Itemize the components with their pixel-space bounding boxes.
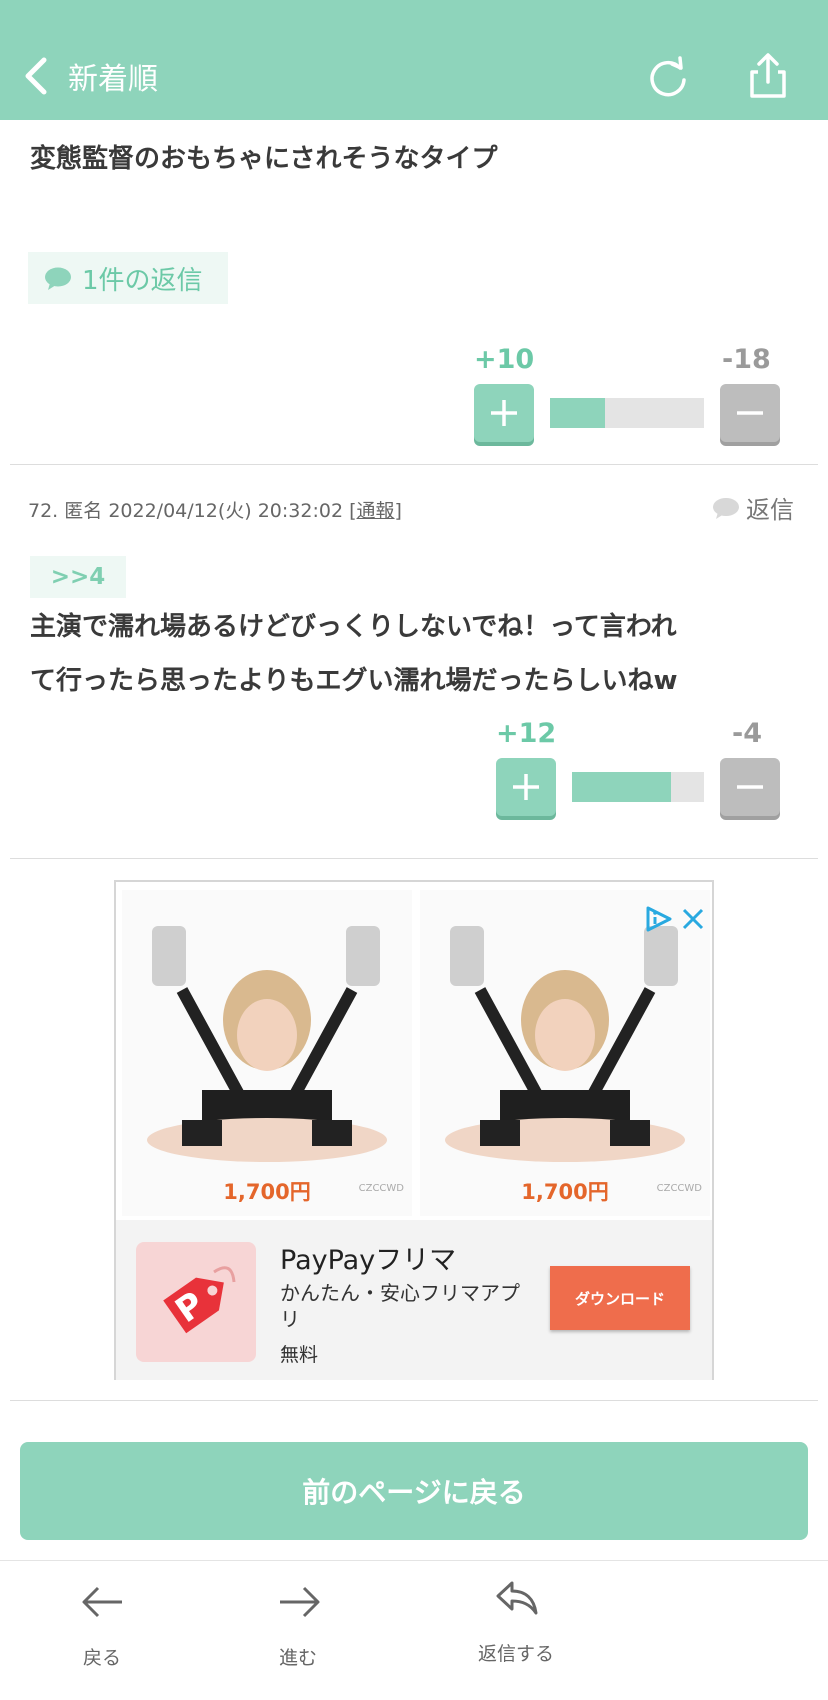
plus-vote-count: +12 <box>496 718 557 749</box>
app-price: 無料 <box>280 1344 319 1366</box>
plus-vote-button[interactable] <box>496 758 556 816</box>
speech-bubble-icon <box>45 267 71 290</box>
nav-reply-button[interactable]: 返信する <box>456 1575 576 1675</box>
ad-product-card[interactable]: 1,700円 CZCCWD <box>122 890 412 1216</box>
plus-icon <box>491 400 517 426</box>
reply-arrow-icon <box>496 1581 538 1615</box>
ad-choices-button[interactable] <box>644 906 672 932</box>
vote-ratio-fill <box>572 772 671 802</box>
minus-icon <box>737 411 763 415</box>
report-bracket-close: ] <box>394 500 402 522</box>
divider <box>10 1400 818 1401</box>
arrow-left-icon <box>82 1586 122 1618</box>
refresh-button[interactable] <box>644 50 692 102</box>
minus-vote-count: -4 <box>732 718 762 749</box>
advertisement: 1,700円 CZCCWD 1,700円 CZCCWD P PayPayフリマ … <box>114 880 714 1380</box>
nav-back-label: 戻る <box>82 1647 121 1669</box>
chevron-left-icon <box>25 57 47 95</box>
comment-text: 主演で濡れ場あるけどびっくりしないでね！って言われ て行ったら思ったよりもエグい… <box>30 600 800 708</box>
plus-icon <box>513 774 539 800</box>
minus-vote-count: -18 <box>722 344 771 375</box>
back-button[interactable]: 新着順 <box>22 48 158 104</box>
share-button[interactable] <box>744 50 792 102</box>
comment-author: 匿名 <box>64 500 103 522</box>
comment-text: 変態監督のおもちゃにされそうなタイプ <box>30 144 498 174</box>
report-bracket-open: [ <box>349 500 357 522</box>
arrow-right-icon <box>280 1586 320 1618</box>
reply-count-button[interactable]: 1件の返信 <box>28 252 228 304</box>
nav-reply-label: 返信する <box>477 1643 554 1665</box>
comment-number: 72. <box>28 500 59 522</box>
ad-app-promo: P PayPayフリマ かんたん・安心フリマアプリ 無料 ダウンロード <box>116 1220 712 1380</box>
comment-meta: 72. 匿名 2022/04/12(火) 20:32:02 [通報] <box>28 496 402 523</box>
product-image <box>122 890 412 1170</box>
product-watermark: CZCCWD <box>656 1183 702 1194</box>
ad-close-button[interactable] <box>680 906 706 932</box>
close-icon <box>682 908 704 930</box>
ad-choices-icon <box>646 906 672 932</box>
nav-forward-button[interactable]: 進む <box>238 1579 358 1679</box>
report-link[interactable]: 通報 <box>357 500 395 522</box>
app-description: かんたん・安心フリマアプリ <box>280 1281 520 1331</box>
reply-link[interactable]: 返信 <box>712 490 794 525</box>
reply-link-label: 返信 <box>746 496 794 524</box>
nav-back-button[interactable]: 戻る <box>42 1579 162 1679</box>
plus-vote-button[interactable] <box>474 384 534 442</box>
divider <box>10 464 818 465</box>
app-name: PayPayフリマ <box>280 1245 457 1276</box>
divider <box>10 858 818 859</box>
ad-product-card[interactable]: 1,700円 CZCCWD <box>420 890 710 1216</box>
prev-page-button[interactable]: 前のページに戻る <box>20 1442 808 1540</box>
plus-vote-count: +10 <box>474 344 535 375</box>
download-button[interactable]: ダウンロード <box>550 1266 690 1330</box>
comment-text-line: て行ったら思ったよりもエグい濡れ場だったらしいねw <box>30 666 678 696</box>
reply-count-label: 1件の返信 <box>82 265 203 296</box>
minus-vote-button[interactable] <box>720 384 780 442</box>
comment-datetime: 2022/04/12(火) 20:32:02 <box>108 500 344 522</box>
app-icon[interactable]: P <box>136 1242 256 1362</box>
vote-ratio-fill <box>550 398 606 428</box>
vote-ratio-bar <box>550 398 704 428</box>
header-title: 新着順 <box>68 62 158 97</box>
nav-forward-label: 進む <box>278 1647 317 1669</box>
refresh-icon <box>650 56 686 97</box>
anchor-link[interactable]: >>4 <box>30 556 126 598</box>
minus-icon <box>737 785 763 789</box>
price-tag-icon: P <box>163 1266 236 1334</box>
comment-text-line: 主演で濡れ場あるけどびっくりしないでね！って言われ <box>30 612 677 642</box>
product-watermark: CZCCWD <box>358 1183 404 1194</box>
share-icon <box>750 53 786 98</box>
bottom-navigation: 戻る 進む 返信する <box>0 1560 828 1700</box>
app-header: 新着順 <box>0 0 828 120</box>
vote-ratio-bar <box>572 772 704 802</box>
minus-vote-button[interactable] <box>720 758 780 816</box>
speech-bubble-icon <box>713 497 739 519</box>
